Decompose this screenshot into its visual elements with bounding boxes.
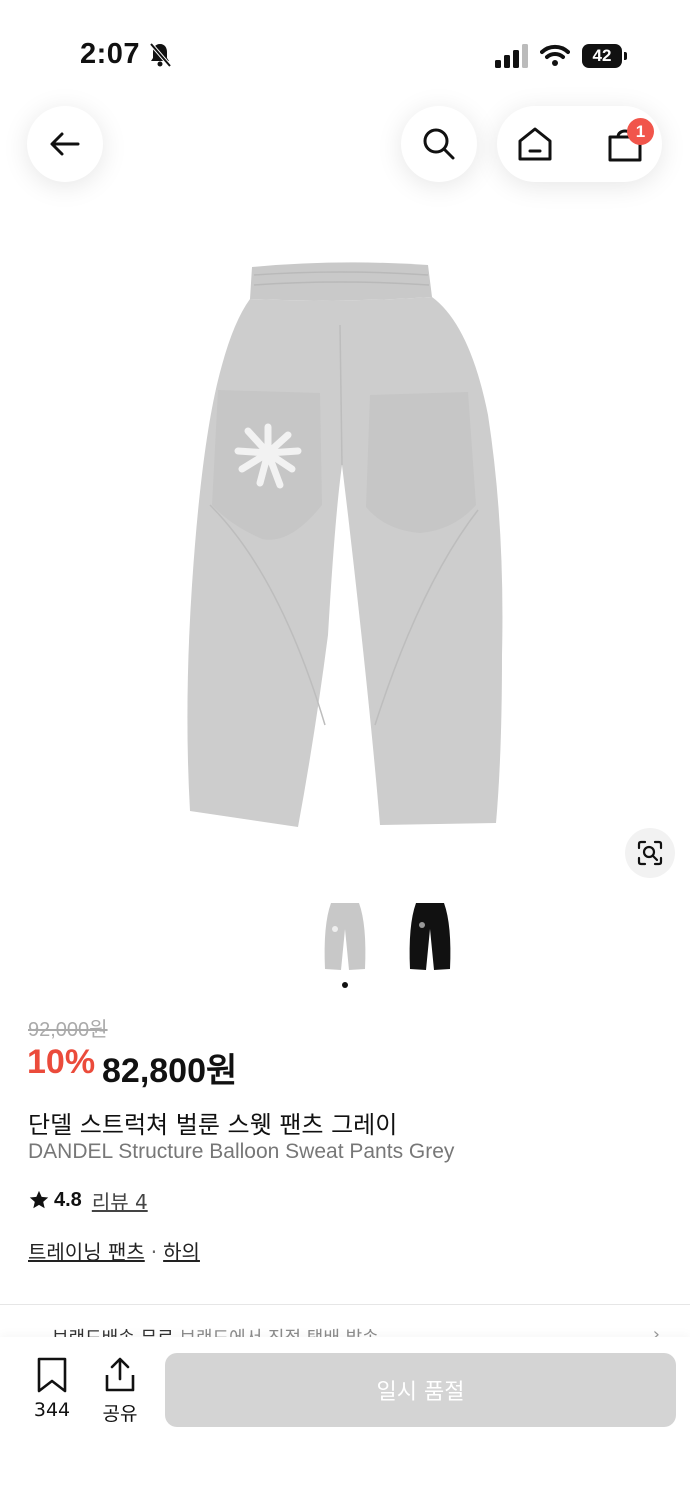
product-image[interactable] <box>170 255 520 835</box>
share-label: 공유 <box>102 1403 138 1425</box>
rating-value: 4.8 <box>54 1188 82 1211</box>
header-action-group: 1 <box>497 106 662 182</box>
thumbnail-black[interactable] <box>400 895 460 975</box>
review-link[interactable]: 리뷰 4 <box>92 1186 148 1215</box>
back-button[interactable] <box>27 106 103 182</box>
share-icon <box>105 1357 135 1392</box>
delivery-info-row[interactable]: 브랜드배송 무료 브랜드에서 직접 택배 발송 › <box>28 1324 668 1338</box>
bell-mute-icon <box>149 42 172 68</box>
section-divider <box>0 1304 690 1305</box>
battery-indicator: 42 <box>582 44 628 68</box>
visual-search-button[interactable] <box>625 828 675 878</box>
cart-badge: 1 <box>627 118 654 145</box>
original-price: 92,000원 <box>28 1019 108 1041</box>
category-link-bottoms[interactable]: 하의 <box>163 1240 200 1264</box>
category-breadcrumb: 트레이닝 팬츠 · 하의 <box>28 1236 200 1265</box>
rating-row: 4.8 리뷰 4 <box>28 1185 148 1215</box>
bookmark-count: 344 <box>33 1399 71 1421</box>
status-bar: 2:07 42 <box>0 0 690 110</box>
product-name-english: DANDEL Structure Balloon Sweat Pants Gre… <box>28 1140 455 1163</box>
back-arrow-icon <box>50 132 80 156</box>
star-icon <box>29 1190 49 1209</box>
share-button[interactable]: 공유 <box>96 1357 144 1425</box>
bookmark-button[interactable]: 344 <box>28 1357 76 1421</box>
thumbnail-grey[interactable] <box>315 895 375 975</box>
category-separator: · <box>150 1240 158 1264</box>
sale-price: 82,800원 <box>102 1052 238 1090</box>
carousel-indicator <box>342 982 348 988</box>
product-name-korean: 단델 스트럭쳐 벌룬 스웻 팬츠 그레이 <box>28 1111 398 1139</box>
wifi-icon <box>540 44 570 66</box>
signal-icon <box>495 44 528 68</box>
status-time: 2:07 <box>80 38 141 70</box>
search-icon <box>423 128 455 160</box>
visual-search-icon <box>637 840 663 866</box>
home-icon <box>518 127 552 161</box>
search-button[interactable] <box>401 106 477 182</box>
thumbnail-strip <box>0 895 690 985</box>
battery-level: 42 <box>582 44 622 68</box>
category-link-training-pants[interactable]: 트레이닝 팬츠 <box>28 1240 145 1264</box>
chevron-right-icon: › <box>652 1324 660 1338</box>
bottom-action-bar: 344 공유 일시 품절 <box>0 1337 690 1500</box>
home-button[interactable] <box>514 123 556 165</box>
bookmark-icon <box>37 1357 67 1393</box>
discount-rate: 10% <box>27 1043 96 1081</box>
soldout-button[interactable]: 일시 품절 <box>165 1353 676 1427</box>
